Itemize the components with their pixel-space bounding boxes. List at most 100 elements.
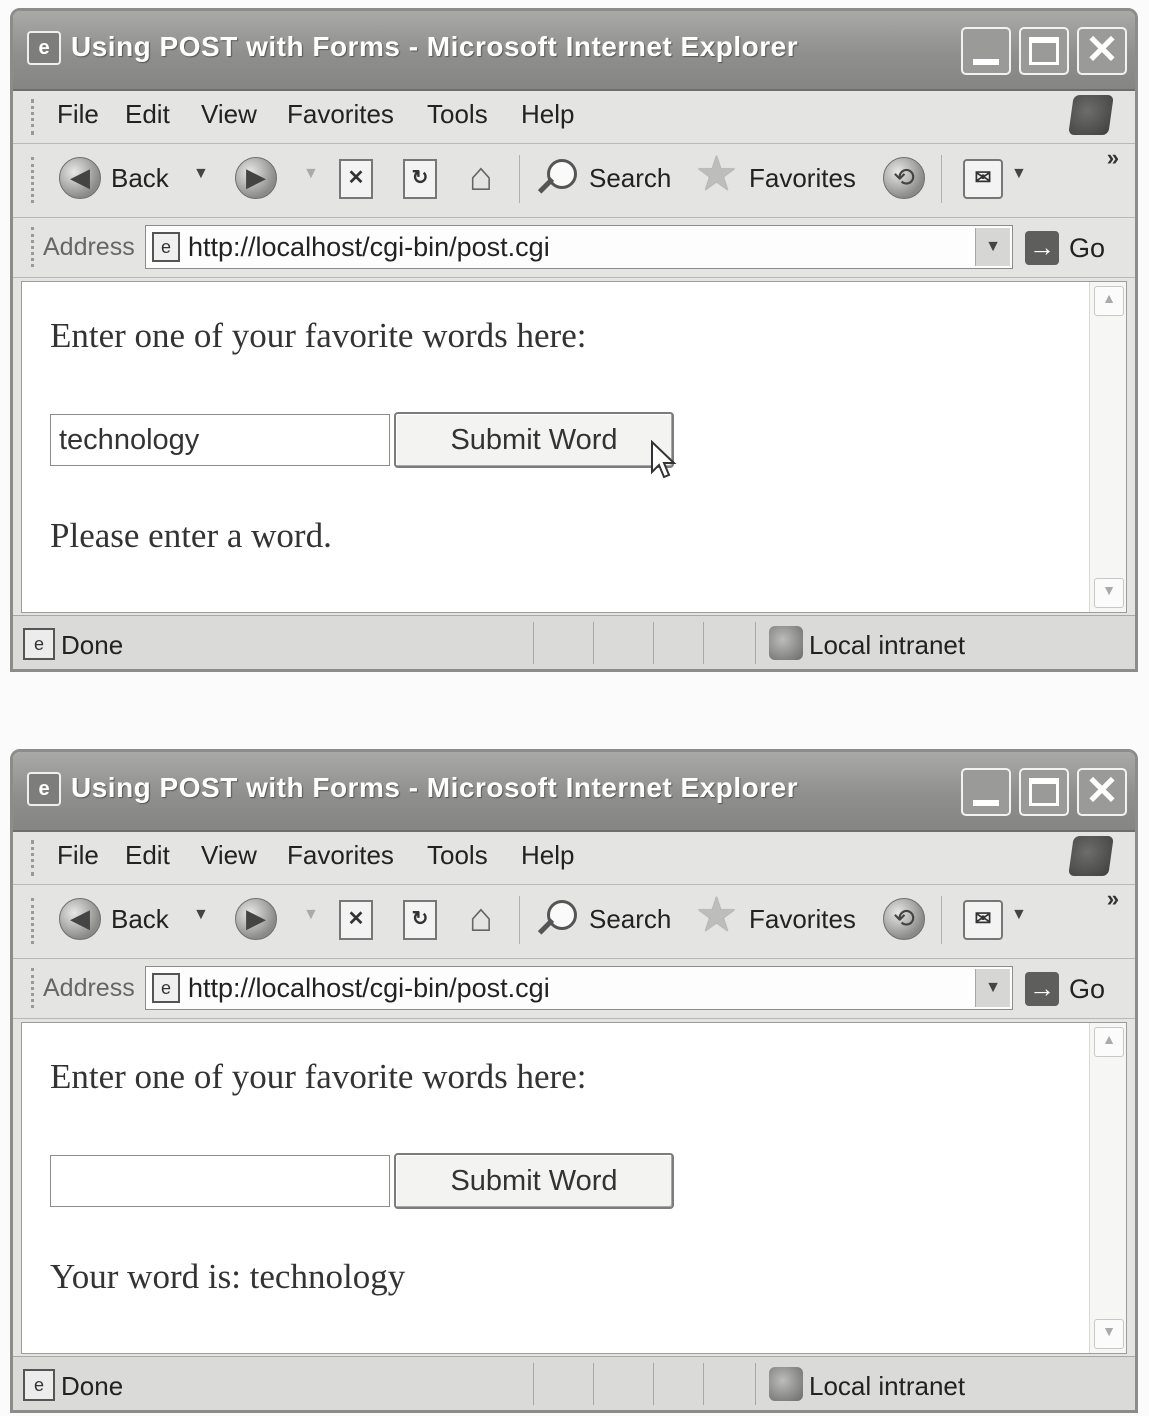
menu-tools[interactable]: Tools [427,840,488,871]
status-separator [755,1363,756,1405]
toolbar-grip[interactable] [31,840,34,876]
title-bar[interactable]: e Using POST with Forms - Microsoft Inte… [13,11,1135,91]
status-separator [653,1363,654,1405]
minimize-button[interactable] [961,27,1011,75]
maximize-button[interactable] [1019,27,1069,75]
home-icon[interactable]: ⌂ [461,896,501,940]
go-button[interactable]: Go [1069,974,1105,1005]
history-icon[interactable]: ⟲ [883,157,925,199]
mail-icon[interactable]: ✉ [963,900,1003,940]
toolbar-grip[interactable] [31,898,34,944]
forward-icon[interactable]: ▶ [235,157,277,199]
menu-bar: File Edit View Favorites Tools Help [13,91,1135,144]
mail-dropdown-icon[interactable]: ▼ [1011,165,1027,183]
back-icon[interactable]: ◀ [59,898,101,940]
title-bar[interactable]: e Using POST with Forms - Microsoft Inte… [13,752,1135,832]
search-icon[interactable] [533,157,577,201]
menu-file[interactable]: File [57,99,99,130]
back-dropdown-icon[interactable]: ▼ [193,906,209,924]
toolbar-grip[interactable] [31,99,34,135]
go-button[interactable]: Go [1069,233,1105,264]
go-icon[interactable]: → [1025,231,1059,265]
address-field[interactable]: e http://localhost/cgi-bin/post.cgi ▼ [145,225,1013,269]
submit-word-button[interactable]: Submit Word [394,412,674,468]
toolbar-grip[interactable] [31,227,34,267]
search-label[interactable]: Search [589,163,671,194]
form-prompt: Enter one of your favorite words here: [50,316,587,355]
menu-favorites[interactable]: Favorites [287,99,394,130]
status-separator [703,1363,704,1405]
scroll-down-icon[interactable]: ▼ [1094,1319,1124,1349]
toolbar-more-chevron[interactable]: » [1107,145,1119,171]
standard-toolbar: ◀ Back ▼ ▶ ▼ ✕ ↻ ⌂ Search ★ Favorites ⟲ … [13,886,1135,959]
vertical-scrollbar[interactable]: ▲ ▼ [1089,1023,1126,1353]
stop-icon[interactable]: ✕ [339,159,373,199]
result-message: Your word is: technology [50,1257,406,1296]
favorites-label[interactable]: Favorites [749,163,856,194]
maximize-button[interactable] [1019,768,1069,816]
search-label[interactable]: Search [589,904,671,935]
forward-icon[interactable]: ▶ [235,898,277,940]
menu-file[interactable]: File [57,840,99,871]
status-separator [703,622,704,664]
address-field[interactable]: e http://localhost/cgi-bin/post.cgi ▼ [145,966,1013,1010]
menu-favorites[interactable]: Favorites [287,840,394,871]
refresh-icon[interactable]: ↻ [403,159,437,199]
menu-view[interactable]: View [201,840,257,871]
address-dropdown-icon[interactable]: ▼ [975,969,1010,1007]
scroll-up-icon[interactable]: ▲ [1094,286,1124,316]
favorites-label[interactable]: Favorites [749,904,856,935]
home-icon[interactable]: ⌂ [461,155,501,199]
submit-word-button[interactable]: Submit Word [394,1153,674,1209]
stop-icon[interactable]: ✕ [339,900,373,940]
minimize-button[interactable] [961,768,1011,816]
refresh-icon[interactable]: ↻ [403,900,437,940]
status-separator [593,622,594,664]
windows-xp-logo-icon [1068,836,1114,876]
back-label[interactable]: Back [111,904,169,935]
forward-dropdown-icon[interactable]: ▼ [303,165,319,183]
maximize-icon [1029,37,1059,65]
back-label[interactable]: Back [111,163,169,194]
back-icon[interactable]: ◀ [59,157,101,199]
vertical-scrollbar[interactable]: ▲ ▼ [1089,282,1126,612]
close-button[interactable]: ✕ [1077,768,1127,816]
status-text: Done [61,630,124,660]
close-button[interactable]: ✕ [1077,27,1127,75]
address-url[interactable]: http://localhost/cgi-bin/post.cgi [188,232,550,263]
mail-dropdown-icon[interactable]: ▼ [1011,906,1027,924]
menu-edit[interactable]: Edit [125,99,170,130]
minimize-icon [973,800,999,806]
forward-dropdown-icon[interactable]: ▼ [303,906,319,924]
menu-edit[interactable]: Edit [125,840,170,871]
scroll-up-icon[interactable]: ▲ [1094,1027,1124,1057]
scroll-down-icon[interactable]: ▼ [1094,578,1124,608]
toolbar-grip[interactable] [31,968,34,1008]
favorites-star-icon[interactable]: ★ [695,149,738,201]
word-input[interactable] [50,1155,390,1207]
standard-toolbar: ◀ Back ▼ ▶ ▼ ✕ ↻ ⌂ Search ★ Favorites ⟲ … [13,145,1135,218]
mail-icon[interactable]: ✉ [963,159,1003,199]
favorites-star-icon[interactable]: ★ [695,890,738,942]
toolbar-grip[interactable] [31,157,34,203]
address-url[interactable]: http://localhost/cgi-bin/post.cgi [188,973,550,1004]
history-icon[interactable]: ⟲ [883,898,925,940]
menu-view[interactable]: View [201,99,257,130]
go-icon[interactable]: → [1025,972,1059,1006]
page-icon: e [152,232,180,262]
back-dropdown-icon[interactable]: ▼ [193,165,209,183]
menu-help[interactable]: Help [521,840,574,871]
search-icon[interactable] [533,898,577,942]
menu-tools[interactable]: Tools [427,99,488,130]
word-input[interactable] [50,414,390,466]
status-bar: e Done Local intranet [13,1356,1135,1410]
address-dropdown-icon[interactable]: ▼ [975,228,1010,266]
menu-help[interactable]: Help [521,99,574,130]
zone-text: Local intranet [809,1371,966,1401]
form-prompt: Enter one of your favorite words here: [50,1057,587,1096]
toolbar-separator [941,155,942,203]
minimize-icon [973,59,999,65]
toolbar-more-chevron[interactable]: » [1107,886,1119,912]
local-intranet-icon [769,626,803,660]
address-label: Address [43,974,135,1002]
